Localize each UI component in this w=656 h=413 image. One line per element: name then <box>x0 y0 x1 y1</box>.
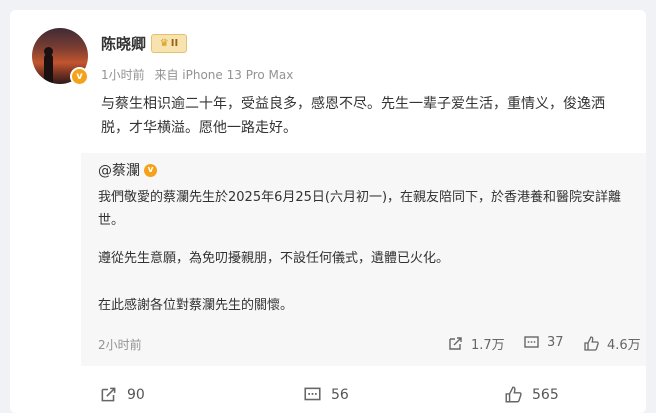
comment-count: 56 <box>331 386 349 403</box>
repost-paragraph: 我們敬愛的蔡瀾先生於2025年6月25日(六月初一)，在親友陪同下，於香港養和醫… <box>98 190 622 228</box>
verified-badge-icon: v <box>144 163 157 177</box>
repost-share-count[interactable]: 1.7万 <box>447 334 505 353</box>
member-level-badge[interactable]: ♛ II <box>151 34 187 53</box>
comment-icon <box>303 385 322 404</box>
thumbs-up-icon <box>583 335 600 352</box>
share-icon <box>447 335 464 352</box>
repost-time[interactable]: 2小时前 <box>98 336 142 353</box>
like-count: 565 <box>532 386 559 403</box>
post-meta: 1小时前 来自 iPhone 13 Pro Max <box>101 66 293 83</box>
post-action-bar: 90 56 565 <box>10 367 646 413</box>
post-source: 来自 iPhone 13 Pro Max <box>154 68 294 82</box>
share-count-label: 1.7万 <box>471 338 505 353</box>
repost-paragraph: 在此感謝各位對蔡瀾先生的關懷。 <box>98 298 294 313</box>
repost-button[interactable]: 90 <box>99 385 145 404</box>
user-name[interactable]: 陈晓卿 <box>101 33 146 54</box>
repost-paragraph: 遵從先生意願，為免叨擾親朋，不設任何儀式，遺體已火化。 <box>98 251 450 266</box>
crown-icon: ♛ <box>159 37 169 49</box>
post-time[interactable]: 1小时前 <box>101 68 145 82</box>
weibo-post-card: v 陈晓卿 ♛ II 1小时前 来自 iPhone 13 Pro Max 与蔡生… <box>10 10 646 413</box>
repost-like-count[interactable]: 4.6万 <box>583 334 641 353</box>
post-text: 与蔡生相识逾二十年，受益良多，感恩不尽。先生一辈子爱生活，重情义，俊逸洒脱，才华… <box>101 96 605 136</box>
share-icon <box>99 385 118 404</box>
reposted-content[interactable]: @蔡瀾 v 我們敬愛的蔡瀾先生於2025年6月25日(六月初一)，在親友陪同下，… <box>81 153 646 366</box>
avatar-silhouette-body <box>44 54 53 84</box>
comment-icon <box>523 334 540 351</box>
like-button[interactable]: 565 <box>504 385 559 404</box>
comment-button[interactable]: 56 <box>303 385 349 404</box>
repost-author-name[interactable]: @蔡瀾 <box>98 160 140 180</box>
repost-comment-count[interactable]: 37 <box>523 334 564 351</box>
repost-count: 90 <box>127 386 145 403</box>
thumbs-up-icon <box>504 385 523 404</box>
verified-badge-icon: v <box>70 67 89 86</box>
like-count-label: 4.6万 <box>607 338 641 353</box>
member-level-label: II <box>170 37 179 49</box>
comment-count-label: 37 <box>547 335 564 350</box>
repost-author[interactable]: @蔡瀾 v <box>98 160 157 180</box>
